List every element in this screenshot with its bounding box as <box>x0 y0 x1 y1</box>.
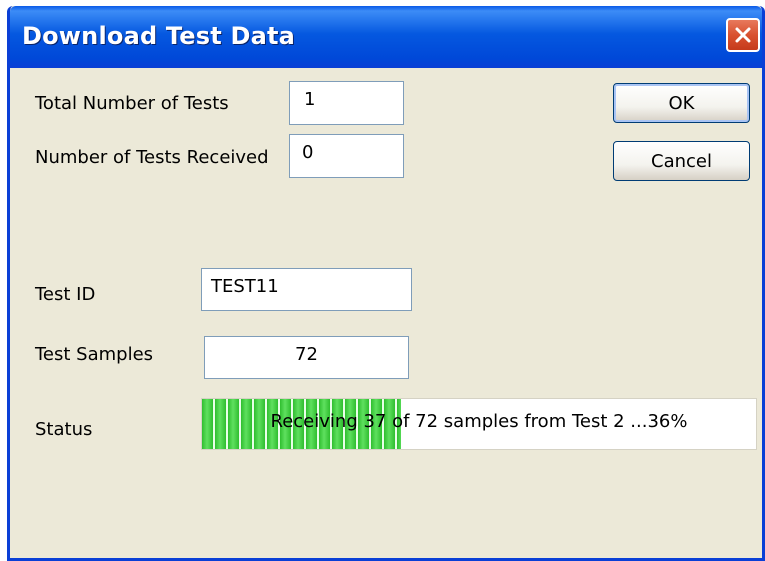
total-tests-value: 1 <box>304 89 316 110</box>
tests-received-field[interactable]: 0 <box>289 134 404 178</box>
test-id-label: Test ID <box>35 284 96 305</box>
test-samples-value: 72 <box>295 344 318 365</box>
status-label: Status <box>35 419 93 440</box>
test-id-value: TEST11 <box>211 276 279 297</box>
test-samples-label: Test Samples <box>35 344 154 365</box>
close-button[interactable] <box>726 18 760 52</box>
dialog-window: Download Test Data Total Number of Tests… <box>7 6 765 561</box>
status-progress-bar: Receiving 37 of 72 samples from Test 2 .… <box>201 398 757 450</box>
tests-received-value: 0 <box>302 142 314 163</box>
title-bar[interactable]: Download Test Data <box>10 6 762 68</box>
total-tests-field[interactable]: 1 <box>289 81 404 125</box>
progress-text: Receiving 37 of 72 samples from Test 2 .… <box>270 411 688 432</box>
total-tests-label: Total Number of Tests <box>35 93 229 114</box>
test-samples-field[interactable]: 72 <box>204 336 409 379</box>
ok-button[interactable]: OK <box>613 83 750 123</box>
test-id-field[interactable]: TEST11 <box>201 268 412 311</box>
close-icon <box>735 27 751 43</box>
tests-received-label: Number of Tests Received <box>35 147 269 168</box>
window-title: Download Test Data <box>22 22 296 50</box>
cancel-button[interactable]: Cancel <box>613 141 750 181</box>
